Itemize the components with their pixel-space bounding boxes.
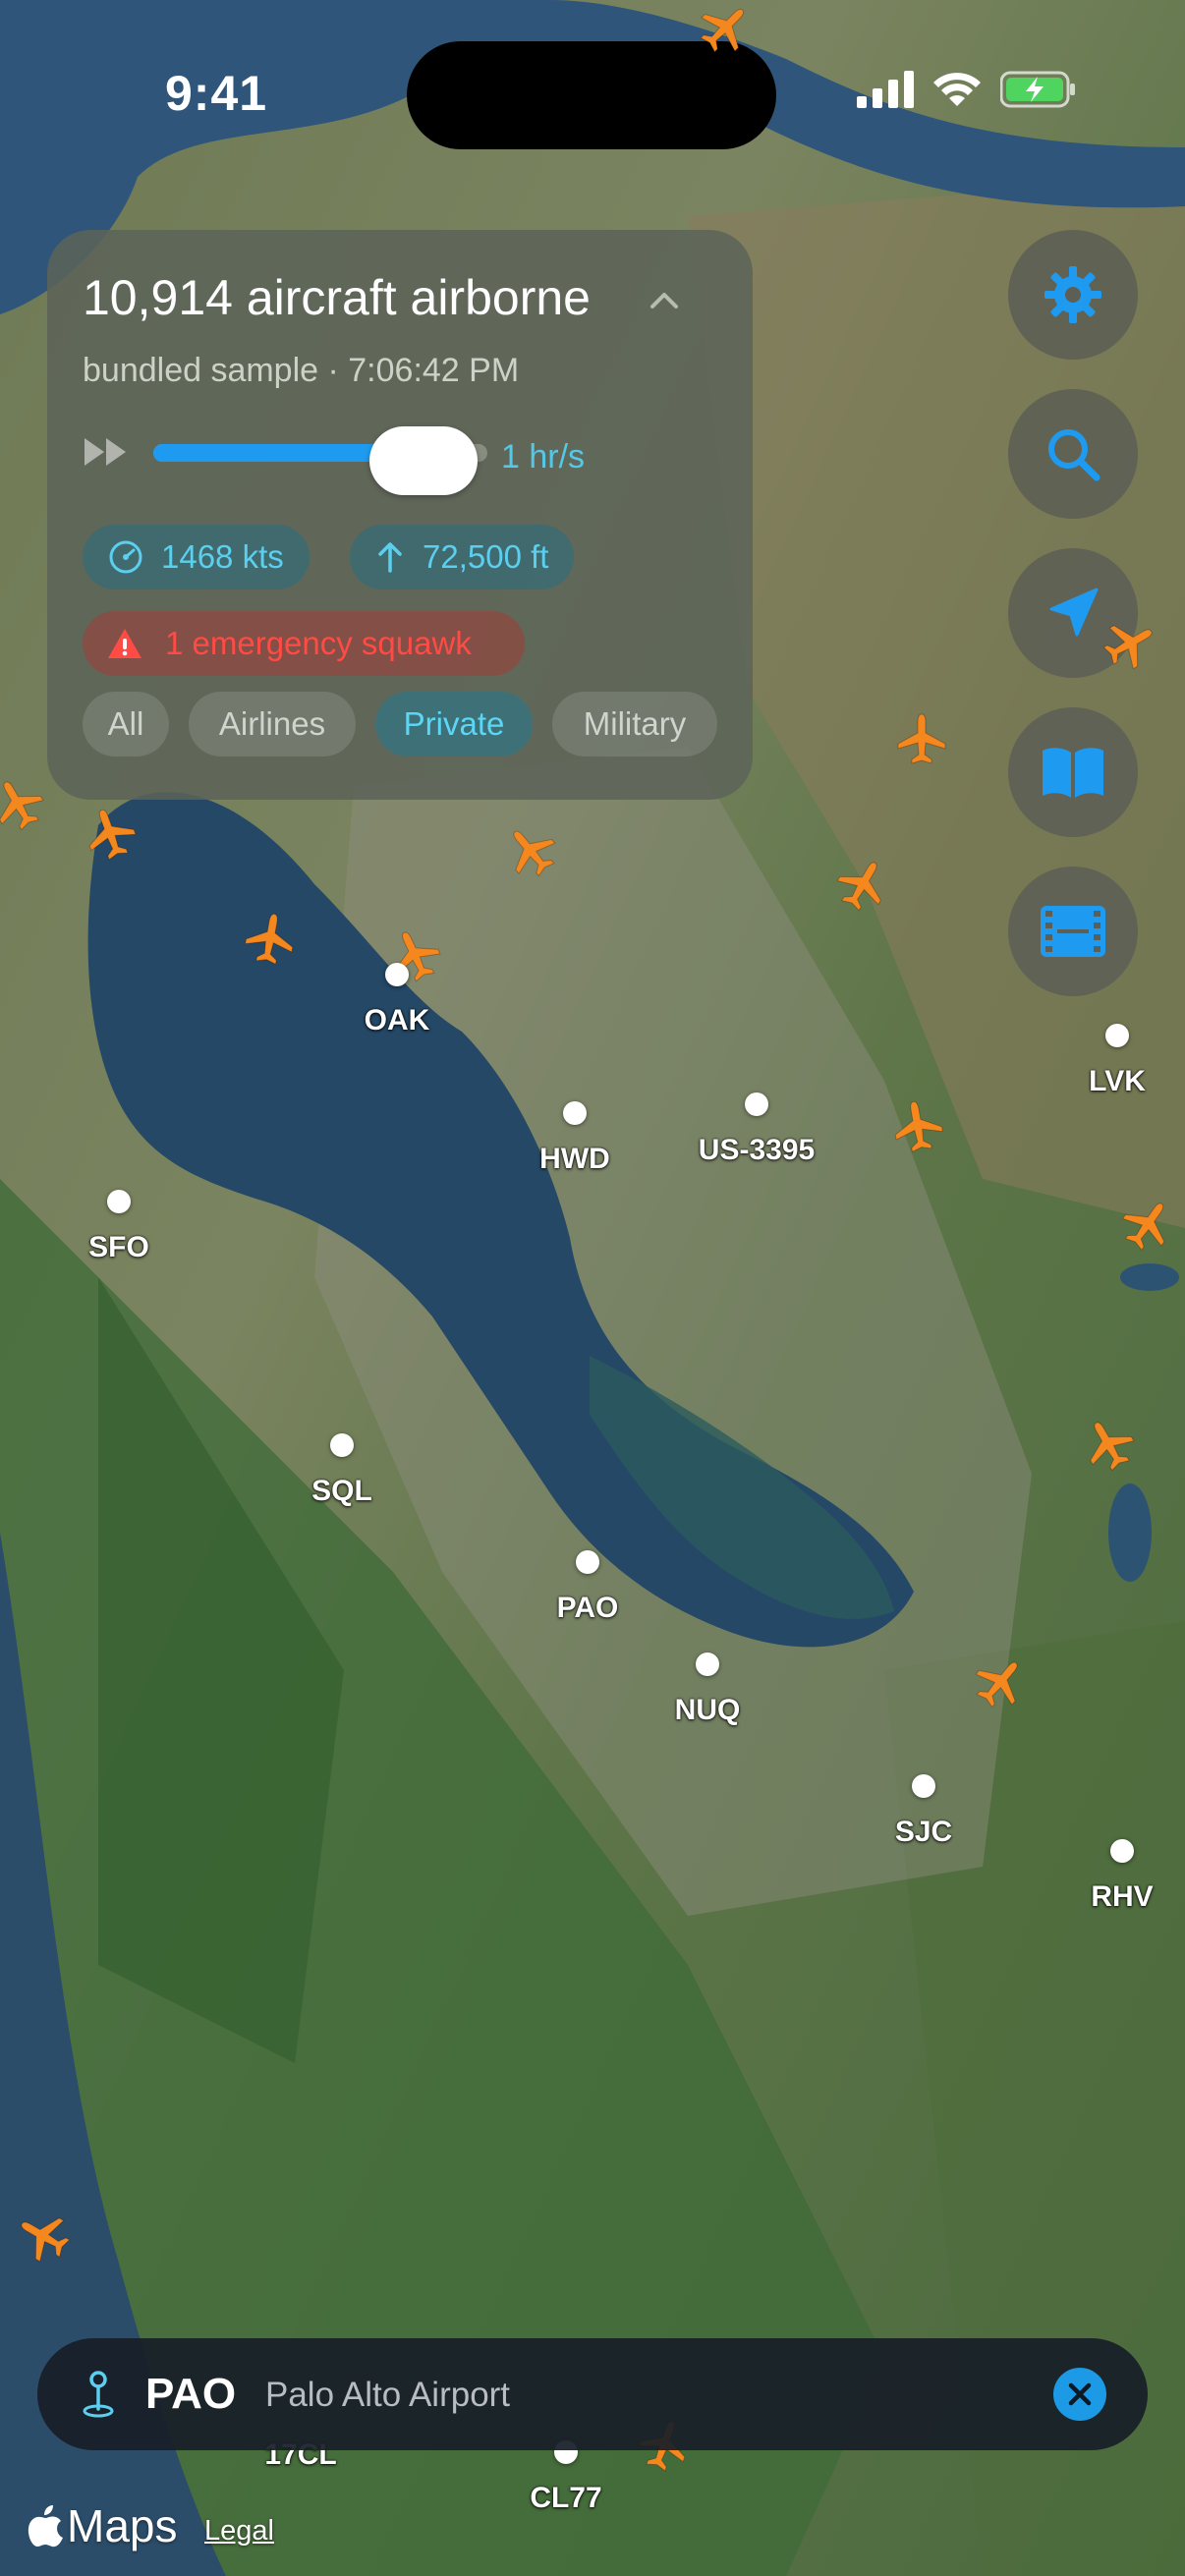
search-button[interactable] <box>1008 389 1138 519</box>
airport-label: CL77 <box>530 2482 602 2514</box>
slider-thumb[interactable] <box>369 426 478 495</box>
map-pin-icon <box>83 2371 114 2418</box>
chevron-up-icon[interactable] <box>645 281 684 320</box>
selected-airport-bar[interactable]: PAO Palo Alto Airport <box>37 2338 1148 2450</box>
logbook-button[interactable] <box>1008 707 1138 837</box>
maps-label: Maps <box>67 2500 178 2551</box>
airport-label: SFO <box>88 1231 149 1263</box>
legal-link[interactable]: Legal <box>204 2515 274 2548</box>
filter-private-label: Private <box>403 705 505 742</box>
airport-dot <box>385 963 409 986</box>
emergency-squawk-label: 1 emergency squawk <box>165 625 472 661</box>
traffic-summary-panel: 10,914 aircraft airborne bundled sample … <box>47 230 753 800</box>
airport-label: NUQ <box>674 1694 741 1726</box>
gear-icon <box>1044 266 1101 323</box>
airport-label: HWD <box>539 1143 610 1175</box>
airport-dot <box>912 1774 935 1798</box>
airport-label: RHV <box>1091 1880 1154 1913</box>
airport-label: SJC <box>894 1816 953 1848</box>
aircraft-count-title: 10,914 aircraft airborne <box>83 270 591 325</box>
airport-dot <box>745 1092 768 1116</box>
airport-label: LVK <box>1089 1065 1146 1097</box>
film-icon <box>1041 906 1105 957</box>
filter-all[interactable]: All <box>83 692 169 756</box>
speedometer-icon <box>109 540 142 574</box>
filter-military-label: Military <box>583 705 687 742</box>
slider-fill <box>153 444 394 462</box>
wifi-icon <box>933 73 981 106</box>
status-icons <box>857 71 1077 108</box>
max-speed-value: 1468 kts <box>161 538 284 575</box>
selected-airport-name: Palo Alto Airport <box>265 2376 511 2414</box>
filter-airlines-label: Airlines <box>218 705 326 742</box>
status-time: 9:41 <box>165 66 268 121</box>
aircraft-icon[interactable] <box>894 711 949 766</box>
warning-triangle-icon <box>108 629 141 658</box>
airport-dot <box>1110 1839 1134 1863</box>
airport-dot <box>330 1433 354 1457</box>
airport-label: OAK <box>364 1004 430 1036</box>
airport-dot <box>107 1190 131 1213</box>
airport-dot <box>1105 1024 1129 1047</box>
settings-button[interactable] <box>1008 230 1138 360</box>
airport-dot <box>563 1101 587 1125</box>
replay-button[interactable] <box>1008 867 1138 996</box>
max-altitude-value: 72,500 ft <box>423 538 549 575</box>
close-icon <box>1068 2382 1092 2406</box>
filter-airlines[interactable]: Airlines <box>189 692 356 756</box>
filter-military[interactable]: Military <box>552 692 717 756</box>
close-button[interactable] <box>1053 2368 1106 2421</box>
airport-label: SQL <box>311 1475 372 1507</box>
cellular-signal-icon <box>857 71 914 108</box>
filter-all-label: All <box>107 705 144 742</box>
search-icon <box>1048 429 1100 481</box>
maps-logo: Maps <box>28 2499 177 2552</box>
playback-speed-label: 1 hr/s <box>501 438 586 476</box>
selected-airport-code: PAO <box>145 2370 237 2418</box>
filter-private[interactable]: Private <box>375 692 533 756</box>
battery-charging-icon <box>1000 71 1075 108</box>
data-source-timestamp: bundled sample · 7:06:42 PM <box>83 352 520 389</box>
apple-logo-icon <box>28 2505 63 2548</box>
arrow-up-icon <box>378 542 402 573</box>
airport-label: PAO <box>556 1592 619 1624</box>
max-altitude-chip[interactable]: 72,500 ft <box>350 525 575 589</box>
aircraft-icon[interactable] <box>886 1094 950 1158</box>
book-icon <box>1043 748 1103 798</box>
fast-forward-icon <box>85 438 126 466</box>
airport-label: US-3395 <box>698 1134 816 1166</box>
aircraft-icon[interactable] <box>239 907 303 971</box>
max-speed-chip[interactable]: 1468 kts <box>83 525 310 589</box>
airport-dot <box>576 1550 599 1574</box>
airport-dot <box>696 1652 719 1676</box>
emergency-squawk-chip[interactable]: 1 emergency squawk <box>83 611 525 676</box>
